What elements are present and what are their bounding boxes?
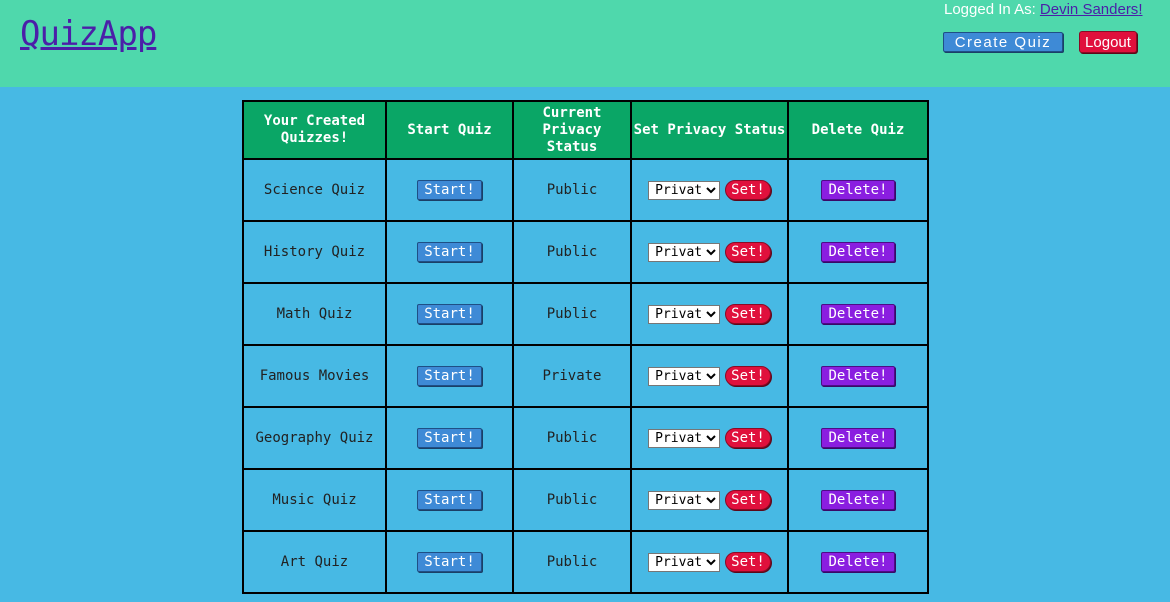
table-header-row: Your Created Quizzes! Start Quiz Current… — [242, 100, 929, 160]
start-cell: Start! — [385, 344, 514, 408]
privacy-status-cell: Public — [512, 220, 632, 284]
set-privacy-cell: Private Set! — [630, 158, 789, 222]
delete-quiz-button[interactable]: Delete! — [821, 242, 895, 262]
user-name-suffix: ! — [1138, 1, 1143, 18]
create-quiz-button[interactable]: Create Quiz — [943, 32, 1063, 52]
privacy-status: Public — [546, 492, 598, 508]
set-privacy-button[interactable]: Set! — [725, 490, 771, 510]
quiz-name: Art Quiz — [280, 554, 349, 570]
privacy-status: Public — [546, 244, 598, 260]
table-row: Geography Quiz Start! Public Private Set! Del… — [242, 406, 929, 470]
app-title-link[interactable]: QuizApp — [20, 14, 157, 54]
privacy-status: Public — [546, 306, 598, 322]
logged-in-label: Logged In As: — [944, 1, 1040, 18]
privacy-status-cell: Public — [512, 158, 632, 222]
delete-quiz-button[interactable]: Delete! — [821, 366, 895, 386]
set-privacy-button[interactable]: Set! — [725, 180, 771, 200]
privacy-select[interactable]: Private — [648, 428, 721, 448]
start-cell: Start! — [385, 220, 514, 284]
quiz-name: Music Quiz — [272, 492, 357, 508]
start-quiz-button[interactable]: Start! — [417, 366, 482, 386]
privacy-select[interactable]: Private — [648, 490, 721, 510]
set-privacy-button[interactable]: Set! — [725, 428, 771, 448]
privacy-status: Public — [546, 182, 598, 198]
user-profile-link[interactable]: Devin Sanders — [1040, 1, 1138, 18]
privacy-select[interactable]: Private — [648, 552, 721, 572]
start-quiz-button[interactable]: Start! — [417, 304, 482, 324]
privacy-status: Private — [542, 368, 602, 384]
set-privacy-cell: Private Set! — [630, 220, 789, 284]
top-header: QuizApp Logged In As: Devin Sanders! Cre… — [0, 0, 1170, 87]
set-privacy-cell: Private Set! — [630, 468, 789, 532]
quiz-name-cell: Math Quiz — [242, 282, 387, 346]
delete-cell: Delete! — [787, 344, 929, 408]
quiz-name: Math Quiz — [276, 306, 353, 322]
delete-quiz-button[interactable]: Delete! — [821, 428, 895, 448]
quiz-name: Geography Quiz — [255, 430, 374, 446]
set-privacy-button[interactable]: Set! — [725, 552, 771, 572]
set-privacy-cell: Private Set! — [630, 344, 789, 408]
set-privacy-cell: Private Set! — [630, 530, 789, 594]
header-delete-quiz: Delete Quiz — [787, 100, 929, 160]
set-privacy-button[interactable]: Set! — [725, 366, 771, 386]
logged-in-status: Logged In As: Devin Sanders! — [944, 1, 1142, 18]
privacy-status-cell: Public — [512, 530, 632, 594]
quiz-name-cell: Famous Movies — [242, 344, 387, 408]
privacy-status: Public — [546, 554, 598, 570]
table-row: History Quiz Start! Public Private Set! Delet… — [242, 220, 929, 284]
table-row: Math Quiz Start! Public Private Set! Delete! — [242, 282, 929, 346]
delete-cell: Delete! — [787, 530, 929, 594]
start-quiz-button[interactable]: Start! — [417, 180, 482, 200]
privacy-select[interactable]: Private — [648, 242, 721, 262]
start-cell: Start! — [385, 158, 514, 222]
start-cell: Start! — [385, 530, 514, 594]
quiz-name-cell: Science Quiz — [242, 158, 387, 222]
privacy-select[interactable]: Private — [648, 304, 721, 324]
header-set-privacy: Set Privacy Status — [630, 100, 789, 160]
header-created-quizzes: Your Created Quizzes! — [242, 100, 387, 160]
privacy-status-cell: Private — [512, 344, 632, 408]
table-row: Science Quiz Start! Public Private Set! Delet… — [242, 158, 929, 222]
quiz-name-cell: History Quiz — [242, 220, 387, 284]
quiz-name: Famous Movies — [259, 368, 370, 384]
header-start-quiz: Start Quiz — [385, 100, 514, 160]
privacy-status-cell: Public — [512, 282, 632, 346]
delete-quiz-button[interactable]: Delete! — [821, 490, 895, 510]
privacy-status-cell: Public — [512, 406, 632, 470]
delete-cell: Delete! — [787, 406, 929, 470]
start-quiz-button[interactable]: Start! — [417, 242, 482, 262]
set-privacy-cell: Private Set! — [630, 282, 789, 346]
delete-cell: Delete! — [787, 468, 929, 532]
start-quiz-button[interactable]: Start! — [417, 552, 482, 572]
start-cell: Start! — [385, 406, 514, 470]
quiz-name: History Quiz — [263, 244, 366, 260]
delete-cell: Delete! — [787, 282, 929, 346]
privacy-select[interactable]: Private — [648, 366, 721, 386]
delete-cell: Delete! — [787, 158, 929, 222]
set-privacy-button[interactable]: Set! — [725, 304, 771, 324]
start-quiz-button[interactable]: Start! — [417, 428, 482, 448]
start-cell: Start! — [385, 282, 514, 346]
delete-quiz-button[interactable]: Delete! — [821, 552, 895, 572]
header-current-privacy: Current Privacy Status — [512, 100, 632, 160]
quiz-name-cell: Art Quiz — [242, 530, 387, 594]
set-privacy-button[interactable]: Set! — [725, 242, 771, 262]
privacy-select[interactable]: Private — [648, 180, 721, 200]
logout-button[interactable]: Logout — [1079, 31, 1137, 53]
table-row: Music Quiz Start! Public Private Set! Delete! — [242, 468, 929, 532]
quiz-name-cell: Music Quiz — [242, 468, 387, 532]
delete-cell: Delete! — [787, 220, 929, 284]
quiz-name-cell: Geography Quiz — [242, 406, 387, 470]
privacy-status: Public — [546, 430, 598, 446]
quiz-table: Your Created Quizzes! Start Quiz Current… — [242, 100, 929, 594]
set-privacy-cell: Private Set! — [630, 406, 789, 470]
quiz-name: Science Quiz — [263, 182, 366, 198]
delete-quiz-button[interactable]: Delete! — [821, 180, 895, 200]
start-quiz-button[interactable]: Start! — [417, 490, 482, 510]
start-cell: Start! — [385, 468, 514, 532]
table-row: Famous Movies Start! Private Private Set! Del… — [242, 344, 929, 408]
table-row: Art Quiz Start! Public Private Set! Delete! — [242, 530, 929, 594]
delete-quiz-button[interactable]: Delete! — [821, 304, 895, 324]
privacy-status-cell: Public — [512, 468, 632, 532]
